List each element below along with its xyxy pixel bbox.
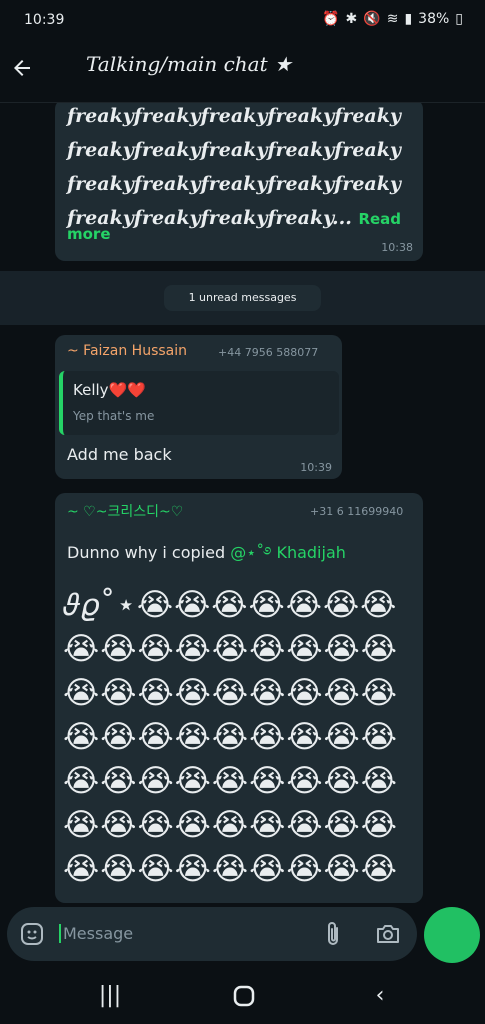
read-more-link-cont[interactable]: more — [67, 225, 111, 243]
back-nav-icon[interactable]: ‹ — [360, 981, 400, 1011]
back-arrow-icon[interactable] — [8, 56, 36, 84]
unread-divider: 1 unread messages — [0, 271, 485, 325]
message-time: 10:38 — [381, 241, 413, 254]
emoji-row: 😭😭😭😭😭😭😭😭😭 — [63, 675, 398, 711]
message-time: 10:39 — [300, 461, 332, 474]
mention-link[interactable]: @⋆˚࿔ Khadijah — [230, 543, 346, 562]
emoji-row: 😭😭😭😭😭😭😭😭😭 — [63, 763, 398, 799]
emoji-block: 𝜗𝜚˚⋆😭😭😭😭😭😭😭 😭😭😭😭😭😭😭😭😭 😭😭😭😭😭😭😭😭😭 😭😭😭😭😭😭😭😭… — [63, 583, 415, 891]
text-line: freakyfreakyfreakyfreaky... Read — [67, 201, 407, 235]
recents-nav-icon[interactable]: ||| — [90, 981, 130, 1011]
message-bubble-emoji[interactable]: ~ ♡~크리스디~♡ +31 6 11699940 Dunno why i co… — [55, 493, 423, 903]
message-bubble-freaky[interactable]: freakyfreakyfreakyfreakyfreaky freakyfre… — [55, 103, 423, 261]
chat-title[interactable]: Talking/main chat ★ — [86, 52, 292, 76]
emoji-row: 😭😭😭😭😭😭😭😭😭 — [63, 807, 398, 843]
message-list[interactable]: freakyfreakyfreakyfreakyfreaky freakyfre… — [0, 103, 485, 903]
message-body: Dunno why i copied — [67, 543, 231, 562]
unread-label: 1 unread messages — [164, 285, 321, 311]
message-bubble-faizan[interactable]: ~ Faizan Hussain +44 7956 588077 Kelly❤️… — [55, 335, 342, 479]
emoji-row: 😭😭😭😭😭😭😭😭😭 — [63, 851, 398, 887]
sticker-icon[interactable] — [19, 921, 45, 947]
emoji-row: 😭😭😭😭😭😭😭😭😭 — [63, 719, 398, 755]
battery-icon: ▯ — [455, 11, 463, 27]
message-text: freakyfreakyfreakyfreakyfreaky freakyfre… — [55, 103, 407, 235]
status-bar: 10:39 ⏰ ✱ 🔇 ≋ ▮ 38% ▯ — [0, 0, 485, 40]
quoted-message[interactable]: Kelly❤️❤️ Yep that's me — [59, 371, 339, 435]
quote-author: Kelly❤️❤️ — [73, 381, 146, 399]
system-nav-bar: ||| ‹ — [0, 967, 485, 1024]
bluetooth-icon: ✱ — [345, 11, 358, 27]
home-nav-icon[interactable] — [224, 981, 264, 1011]
signal-icon: ▮ — [404, 11, 413, 27]
message-input[interactable]: Message — [59, 924, 133, 943]
sender-name[interactable]: ~ ♡~크리스디~♡ — [67, 501, 183, 521]
attach-icon[interactable] — [321, 920, 345, 948]
mute-icon: 🔇 — [363, 11, 381, 27]
composer: Message — [0, 903, 485, 967]
text-line: freakyfreakyfreakyfreakyfreaky — [67, 139, 401, 161]
sender-phone: +31 6 11699940 — [310, 505, 404, 518]
wifi-icon: ≋ — [386, 11, 399, 27]
quote-text: Yep that's me — [73, 409, 155, 423]
text-line: freakyfreakyfreakyfreakyfreaky — [67, 105, 401, 127]
alarm-icon: ⏰ — [322, 11, 340, 27]
status-icons: ⏰ ✱ 🔇 ≋ ▮ 38% ▯ — [322, 11, 463, 27]
emoji-row: 😭😭😭😭😭😭😭😭😭 — [63, 631, 398, 667]
sender-name[interactable]: ~ Faizan Hussain — [67, 343, 187, 359]
mic-icon[interactable] — [424, 907, 480, 963]
status-time: 10:39 — [24, 12, 65, 28]
read-more-link[interactable]: Read — [358, 210, 401, 228]
sender-phone: +44 7956 588077 — [218, 346, 319, 359]
message-input-pill[interactable]: Message — [7, 907, 417, 961]
text-line: freakyfreakyfreakyfreakyfreaky — [67, 173, 401, 195]
message-text: Add me back — [67, 445, 172, 464]
camera-icon[interactable] — [375, 922, 401, 946]
chat-header: Talking/main chat ★ — [0, 40, 485, 103]
message-text: Dunno why i copied @⋆˚࿔ Khadijah — [67, 535, 346, 580]
emoji-row: 𝜗𝜚˚⋆😭😭😭😭😭😭😭 — [63, 587, 398, 623]
battery-level: 38% — [418, 11, 450, 27]
